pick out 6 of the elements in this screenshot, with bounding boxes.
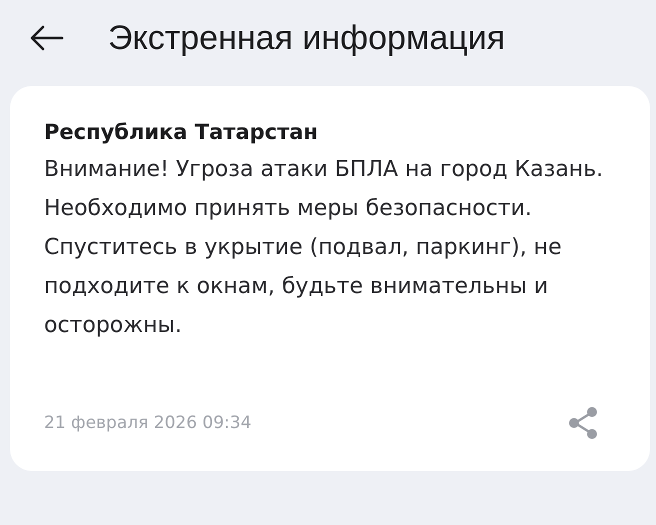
share-button[interactable] xyxy=(566,405,600,441)
screen-title: Экстренная информация xyxy=(108,18,506,58)
sender-name: Республика Татарстан xyxy=(44,120,319,144)
alert-date: 21 февраля 2026 09:34 xyxy=(44,413,252,433)
alert-text: Внимание! Угроза атаки БПЛА на город Казань. Необходимо принять меры безопасности. Спуститесь в укрытие (подвал, паркинг), не подходите к окнам, будьте внимательны и осторожны. xyxy=(44,156,604,340)
back-button[interactable] xyxy=(30,25,64,51)
